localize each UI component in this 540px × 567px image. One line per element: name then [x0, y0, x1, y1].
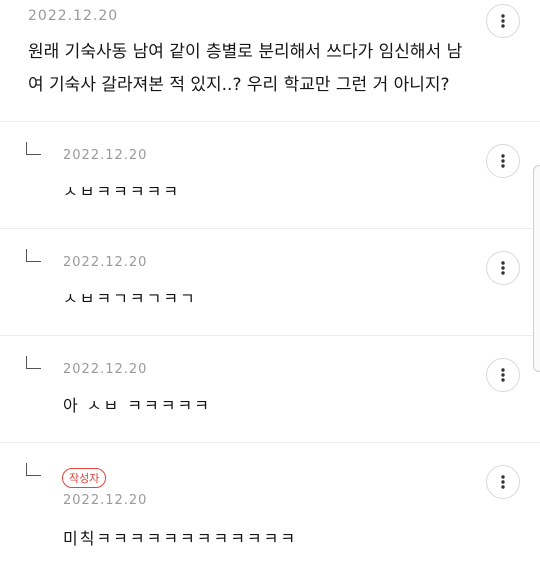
comment-date: 2022.12.20	[28, 8, 119, 24]
reply-date: 2022.12.20	[63, 148, 148, 163]
reply-arrow-icon	[26, 249, 41, 262]
reply-arrow-icon	[26, 142, 41, 155]
reply-comment: 2022.12.20 ㅅㅂㅋㅋㅋㅋㅋ	[0, 122, 540, 229]
reply-date: 2022.12.20	[63, 255, 148, 270]
reply-comment: 2022.12.20 아 ㅅㅂ ㅋㅋㅋㅋㅋ	[0, 336, 540, 443]
more-options-button[interactable]	[486, 358, 520, 392]
author-badge: 작성자	[62, 468, 107, 488]
reply-date: 2022.12.20	[63, 362, 148, 377]
more-options-button[interactable]	[486, 251, 520, 285]
reply-comment: 작성자 2022.12.20 미칙ㅋㅋㅋㅋㅋㅋㅋㅋㅋㅋㅋㅋ	[0, 443, 540, 567]
more-options-button[interactable]	[486, 4, 520, 38]
reply-date: 2022.12.20	[63, 493, 148, 508]
original-comment: 2022.12.20 원래 기숙사동 남여 같이 층별로 분리해서 쓰다가 임신…	[0, 0, 540, 122]
reply-text: 미칙ㅋㅋㅋㅋㅋㅋㅋㅋㅋㅋㅋㅋ	[63, 529, 298, 548]
more-options-button[interactable]	[486, 144, 520, 178]
reply-text: ㅅㅂㅋㅋㅋㅋㅋ	[63, 182, 181, 201]
reply-text: ㅅㅂㅋㄱㅋㄱㅋㄱ	[63, 289, 197, 308]
reply-arrow-icon	[26, 356, 41, 369]
more-options-button[interactable]	[486, 465, 520, 499]
more-vertical-icon	[501, 14, 505, 28]
more-vertical-icon	[501, 261, 505, 275]
reply-arrow-icon	[26, 463, 41, 476]
more-vertical-icon	[501, 368, 505, 382]
scrollbar[interactable]	[533, 165, 540, 372]
more-vertical-icon	[501, 154, 505, 168]
comment-thread: 2022.12.20 원래 기숙사동 남여 같이 층별로 분리해서 쓰다가 임신…	[0, 0, 540, 567]
reply-comment: 2022.12.20 ㅅㅂㅋㄱㅋㄱㅋㄱ	[0, 229, 540, 336]
comment-text: 원래 기숙사동 남여 같이 층별로 분리해서 쓰다가 임신해서 남 여 기숙사 …	[28, 42, 463, 95]
reply-text: 아 ㅅㅂ ㅋㅋㅋㅋㅋ	[63, 396, 211, 415]
more-vertical-icon	[501, 475, 505, 489]
